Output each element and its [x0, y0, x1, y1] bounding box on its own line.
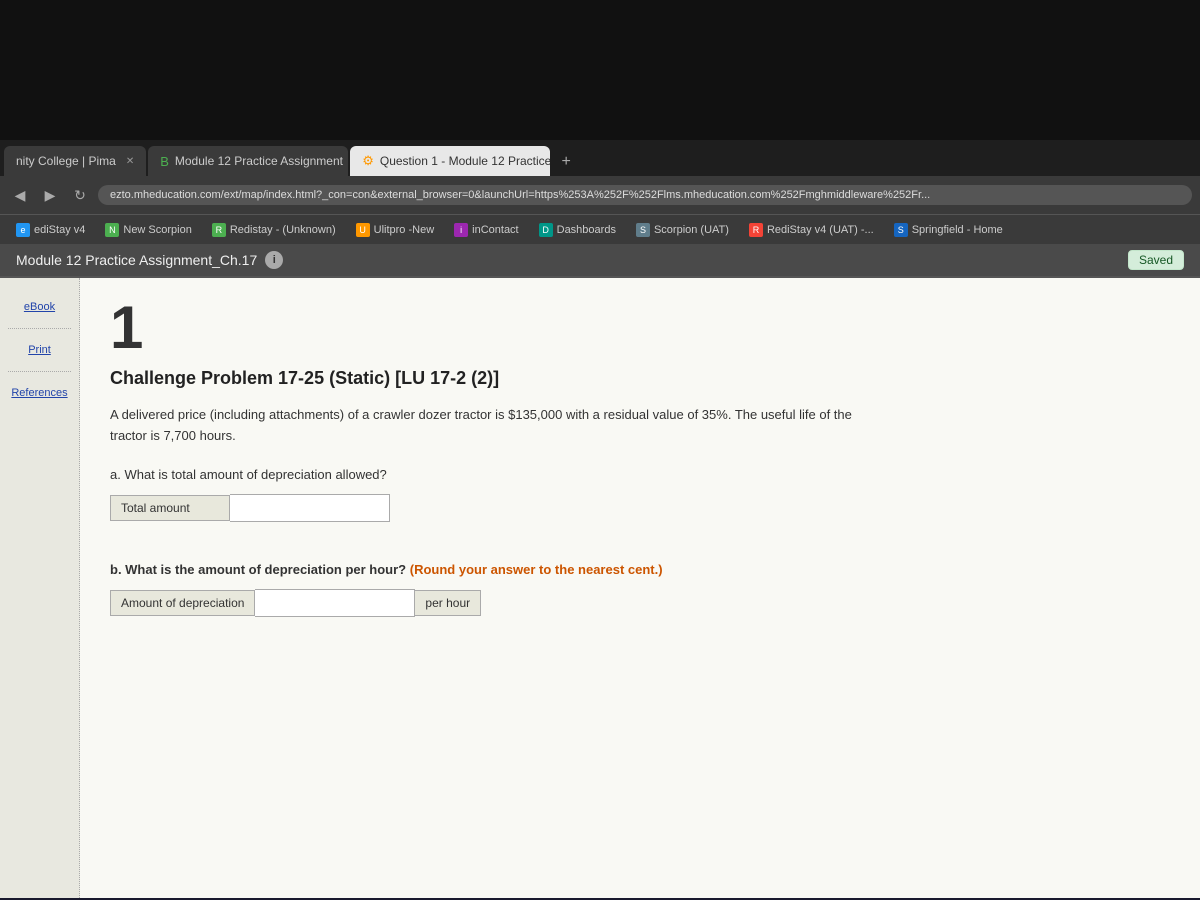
- top-bar: [0, 0, 1200, 140]
- bookmark-incontact-icon: i: [454, 223, 468, 237]
- bookmark-dashboards[interactable]: D Dashboards: [531, 221, 624, 239]
- sidebar: eBook Print References: [0, 278, 80, 898]
- sidebar-item-ebook[interactable]: eBook: [21, 298, 58, 316]
- question-b-label: b. What is the amount of depreciation pe…: [110, 562, 1170, 577]
- bookmark-scorpion-uat-icon: S: [636, 223, 650, 237]
- bookmark-ulitpro-icon: U: [356, 223, 370, 237]
- bookmark-redistay-uat-icon: R: [749, 223, 763, 237]
- question-a: a. What is total amount of depreciation …: [110, 467, 1170, 522]
- bookmark-redistay-unknown-label: Redistay - (Unknown): [230, 224, 336, 236]
- bookmark-springfield[interactable]: S Springfield - Home: [886, 221, 1011, 239]
- bookmark-incontact-label: inContact: [472, 224, 518, 236]
- problem-text: A delivered price (including attachments…: [110, 405, 860, 447]
- back-button[interactable]: ◀: [8, 183, 32, 207]
- bookmark-dashboards-icon: D: [539, 223, 553, 237]
- bookmark-scorpion-uat-label: Scorpion (UAT): [654, 224, 729, 236]
- bookmark-new-scorpion[interactable]: N New Scorpion: [97, 221, 199, 239]
- problem-number: 1: [110, 298, 1170, 358]
- depreciation-per-hour-label: Amount of depreciation: [110, 590, 255, 616]
- question-b: b. What is the amount of depreciation pe…: [110, 562, 1170, 617]
- question-a-label: a. What is total amount of depreciation …: [110, 467, 1170, 482]
- bookmark-redistay-v4-label: ediStay v4: [34, 224, 85, 236]
- bookmark-ulitpro-label: Ulitpro -New: [374, 224, 435, 236]
- tab-pima-label: nity College | Pima: [16, 154, 116, 168]
- bookmark-scorpion-uat[interactable]: S Scorpion (UAT): [628, 221, 737, 239]
- content-area: eBook Print References 1 Challenge Probl…: [0, 278, 1200, 898]
- bookmark-incontact[interactable]: i inContact: [446, 221, 526, 239]
- main-content: 1 Challenge Problem 17-25 (Static) [LU 1…: [80, 278, 1200, 898]
- bookmarks-bar: e ediStay v4 N New Scorpion R Redistay -…: [0, 214, 1200, 244]
- saved-badge: Saved: [1128, 250, 1184, 270]
- question-b-label-start: b. What is the amount of depreciation pe…: [110, 562, 406, 577]
- tab-module12-icon: B: [160, 154, 169, 169]
- bookmark-springfield-label: Springfield - Home: [912, 224, 1003, 236]
- bookmark-redistay-unknown-icon: R: [212, 223, 226, 237]
- page-header: Module 12 Practice Assignment_Ch.17 i Sa…: [0, 244, 1200, 278]
- tab-pima[interactable]: nity College | Pima ✕: [4, 146, 146, 176]
- sidebar-divider-1: [8, 328, 71, 329]
- address-bar-row: ◀ ▶ ↻ ezto.mheducation.com/ext/map/index…: [0, 176, 1200, 214]
- bookmark-dashboards-label: Dashboards: [557, 224, 616, 236]
- info-icon[interactable]: i: [265, 251, 283, 269]
- bookmark-redistay-uat-label: RediStay v4 (UAT) -...: [767, 224, 874, 236]
- tab-bar: nity College | Pima ✕ B Module 12 Practi…: [0, 140, 1200, 176]
- sidebar-divider-2: [8, 371, 71, 372]
- bookmark-ulitpro[interactable]: U Ulitpro -New: [348, 221, 443, 239]
- depreciation-per-hour-input[interactable]: [255, 589, 415, 617]
- problem-title: Challenge Problem 17-25 (Static) [LU 17-…: [110, 368, 1170, 389]
- tab-add-button[interactable]: +: [552, 148, 580, 176]
- tab-question1[interactable]: ⚙ Question 1 - Module 12 Practice ✕: [350, 146, 550, 176]
- tab-question1-label: Question 1 - Module 12 Practice: [380, 154, 550, 168]
- page-title: Module 12 Practice Assignment_Ch.17: [16, 252, 257, 268]
- bookmark-redistay-unknown[interactable]: R Redistay - (Unknown): [204, 221, 344, 239]
- forward-button[interactable]: ▶: [38, 183, 62, 207]
- sidebar-item-references[interactable]: References: [8, 384, 70, 402]
- total-amount-label: Total amount: [110, 495, 230, 521]
- per-hour-suffix: per hour: [415, 590, 481, 616]
- tab-module12[interactable]: B Module 12 Practice Assignment ✕: [148, 146, 348, 176]
- question-b-input-row: Amount of depreciation per hour: [110, 589, 1170, 617]
- tab-question1-icon: ⚙: [362, 153, 374, 169]
- question-a-input-row: Total amount: [110, 494, 1170, 522]
- bookmark-new-scorpion-icon: N: [105, 223, 119, 237]
- bookmark-new-scorpion-label: New Scorpion: [123, 224, 191, 236]
- browser-chrome: nity College | Pima ✕ B Module 12 Practi…: [0, 140, 1200, 244]
- tab-module12-label: Module 12 Practice Assignment: [175, 154, 343, 168]
- bookmark-springfield-icon: S: [894, 223, 908, 237]
- bookmark-redistay-v4-icon: e: [16, 223, 30, 237]
- refresh-button[interactable]: ↻: [68, 183, 92, 207]
- address-bar[interactable]: ezto.mheducation.com/ext/map/index.html?…: [98, 185, 1192, 205]
- sidebar-item-print[interactable]: Print: [25, 341, 54, 359]
- page-title-row: Module 12 Practice Assignment_Ch.17 i: [16, 251, 283, 269]
- bookmark-redistay-v4[interactable]: e ediStay v4: [8, 221, 93, 239]
- question-b-highlight: (Round your answer to the nearest cent.): [410, 562, 663, 577]
- total-amount-input[interactable]: [230, 494, 390, 522]
- bookmark-redistay-uat[interactable]: R RediStay v4 (UAT) -...: [741, 221, 882, 239]
- tab-pima-close[interactable]: ✕: [126, 156, 134, 167]
- address-bar-text: ezto.mheducation.com/ext/map/index.html?…: [110, 189, 930, 201]
